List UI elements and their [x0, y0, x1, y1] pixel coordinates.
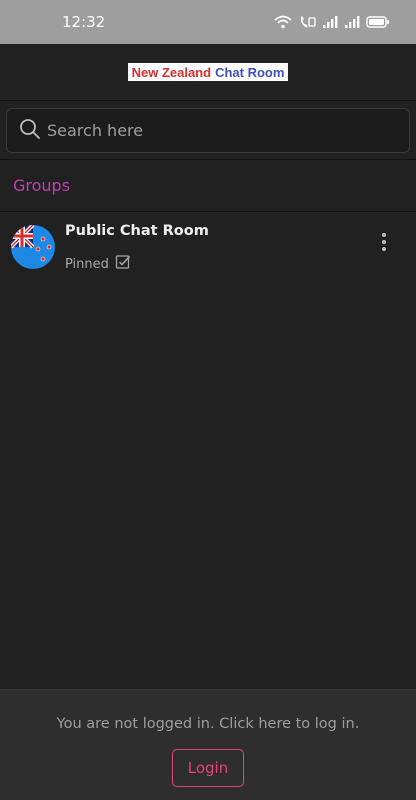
login-button[interactable]: Login: [172, 749, 244, 787]
new-zealand-flag-avatar: [11, 225, 55, 269]
signal-icon: [322, 15, 338, 29]
groups-section-header: Groups: [0, 160, 416, 212]
status-time: 12:32: [62, 13, 106, 31]
volte-icon: [298, 15, 316, 29]
wifi-icon: [274, 15, 292, 29]
checkbox-checked-icon: [115, 254, 131, 274]
search-input[interactable]: [47, 121, 387, 140]
pinned-label: Pinned: [65, 256, 109, 272]
logo-text-part1: New Zealand: [131, 64, 212, 80]
login-message[interactable]: You are not logged in. Click here to log…: [0, 716, 416, 732]
battery-icon: [366, 15, 390, 29]
logo-text-part2: Chat Room: [215, 64, 285, 80]
more-vertical-icon: [381, 232, 387, 256]
group-item-public-chat-room[interactable]: Public Chat Room Pinned: [0, 212, 416, 286]
status-icons: [274, 15, 390, 29]
search-bar: [0, 101, 416, 160]
login-panel: You are not logged in. Click here to log…: [0, 689, 416, 800]
group-title: Public Chat Room: [65, 223, 209, 239]
search-box[interactable]: [6, 108, 410, 153]
app-logo: New Zealand Chat Room: [127, 63, 289, 81]
app-header: New Zealand Chat Room: [0, 44, 416, 101]
signal-icon: [344, 15, 360, 29]
group-status: Pinned: [65, 254, 131, 274]
more-options-button[interactable]: [374, 232, 394, 256]
status-bar: 12:32: [0, 0, 416, 44]
search-icon: [19, 118, 47, 144]
groups-section-title: Groups: [13, 176, 71, 195]
